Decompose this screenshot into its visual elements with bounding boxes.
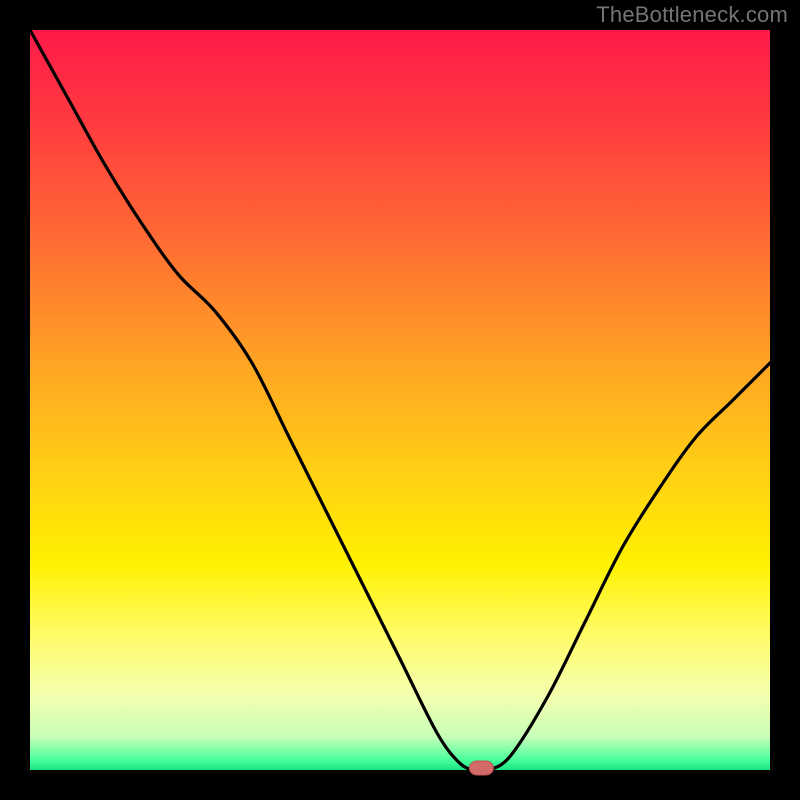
optimal-marker <box>469 761 493 775</box>
chart-svg <box>0 0 800 800</box>
watermark-text: TheBottleneck.com <box>596 2 788 28</box>
chart-frame: TheBottleneck.com <box>0 0 800 800</box>
